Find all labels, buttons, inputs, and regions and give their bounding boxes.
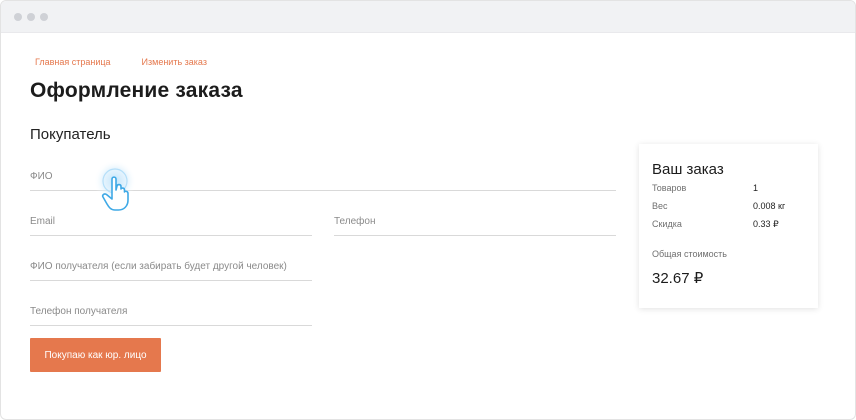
- recipient-name-input[interactable]: [30, 256, 312, 277]
- window-dot-icon: [40, 12, 48, 21]
- total-cost-label: Общая стоимость: [652, 249, 727, 259]
- window-dot-icon: [27, 12, 35, 21]
- order-row-discount: Скидка 0.33 ₽: [652, 219, 812, 233]
- phone-field: [334, 211, 616, 236]
- buyer-section-title: Покупатель: [30, 126, 111, 143]
- order-row-label: Товаров: [652, 183, 687, 193]
- order-row-items: Товаров 1: [652, 183, 812, 197]
- breadcrumb-home-link[interactable]: Главная страница: [35, 57, 111, 67]
- browser-window: Главная страница Изменить заказ Оформлен…: [0, 0, 856, 420]
- order-summary-title: Ваш заказ: [652, 161, 724, 178]
- order-row-value: 0.008 кг: [753, 201, 786, 211]
- total-cost-value: 32.67 ₽: [652, 270, 704, 287]
- window-dot-icon: [14, 12, 22, 21]
- window-titlebar: [1, 1, 855, 33]
- breadcrumb: Главная страница Изменить заказ: [35, 57, 207, 67]
- order-row-label: Скидка: [652, 219, 682, 229]
- order-summary-card: Ваш заказ Товаров 1 Вес 0.008 кг Скидка …: [639, 144, 818, 308]
- email-field: [30, 211, 312, 236]
- breadcrumb-edit-order-link[interactable]: Изменить заказ: [142, 57, 207, 67]
- order-row-weight: Вес 0.008 кг: [652, 201, 812, 215]
- order-row-value: 0.33 ₽: [753, 219, 779, 229]
- order-row-value: 1: [753, 183, 759, 193]
- hand-pointer-icon: [93, 159, 139, 217]
- recipient-phone-input[interactable]: [30, 301, 312, 322]
- email-input[interactable]: [30, 211, 312, 232]
- order-row-label: Вес: [652, 201, 668, 211]
- phone-input[interactable]: [334, 211, 616, 232]
- page-title: Оформление заказа: [30, 79, 243, 102]
- recipient-phone-field: [30, 301, 312, 326]
- legal-entity-button[interactable]: Покупаю как юр. лицо: [30, 338, 161, 372]
- recipient-name-field: [30, 256, 312, 281]
